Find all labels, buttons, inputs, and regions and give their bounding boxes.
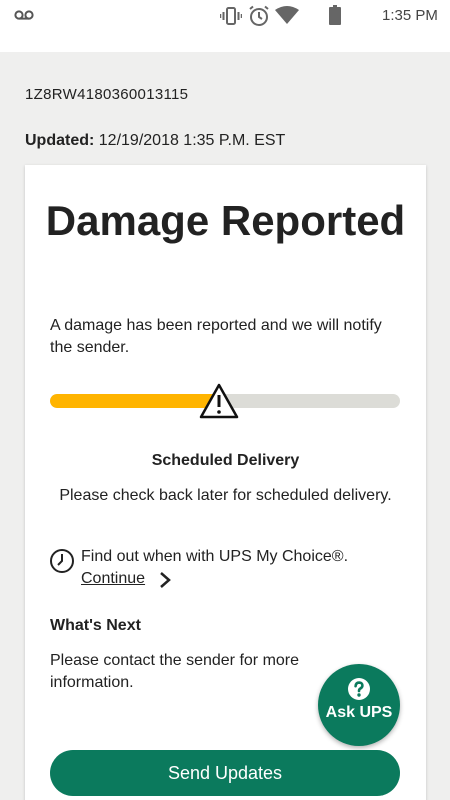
progress-fill: [50, 394, 218, 408]
battery-icon: [329, 5, 341, 25]
updated-timestamp: Updated: 12/19/2018 1:35 P.M. EST: [25, 132, 285, 150]
clock-icon: [50, 549, 74, 573]
status-description: A damage has been reported and we will n…: [50, 317, 382, 356]
alarm-icon: [249, 5, 269, 26]
scheduled-delivery-description: Please check back later for scheduled de…: [59, 487, 392, 504]
wifi-icon: [275, 6, 299, 24]
tracking-number: 1Z8RW4180360013115: [25, 86, 189, 103]
chevron-right-icon[interactable]: [158, 572, 172, 588]
ask-ups-label: Ask UPS: [325, 704, 393, 721]
status-bar: 1:35 PM: [0, 0, 450, 52]
continue-link[interactable]: Continue: [81, 570, 145, 588]
help-icon: [348, 678, 370, 700]
my-choice-text: Find out when with UPS My Choice®.: [81, 548, 349, 565]
whats-next-description: Please contact the sender for more infor…: [50, 652, 300, 691]
scheduled-delivery-title: Scheduled Delivery: [151, 452, 300, 469]
send-updates-button[interactable]: Send Updates: [50, 750, 400, 796]
voicemail-icon: [14, 10, 34, 20]
status-bar-time: 1:35 PM: [382, 7, 438, 24]
updated-label: Updated:: [25, 132, 95, 149]
warning-icon: [199, 383, 239, 419]
updated-value: 12/19/2018 1:35 P.M. EST: [98, 132, 286, 149]
status-title: Damage Reported: [45, 197, 406, 244]
vibrate-icon: [220, 7, 242, 25]
ask-ups-button[interactable]: Ask UPS: [318, 664, 400, 746]
whats-next-title: What's Next: [50, 617, 141, 634]
